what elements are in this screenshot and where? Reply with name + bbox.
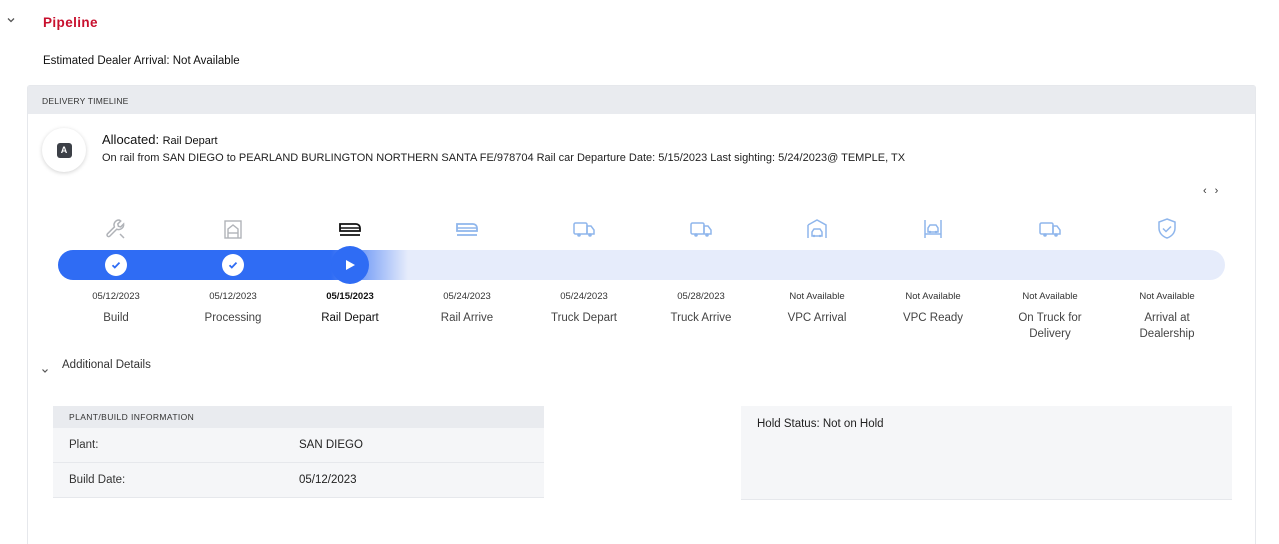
step-date: Not Available bbox=[905, 291, 961, 302]
delivery-timeline-header: DELIVERY TIMELINE bbox=[28, 86, 1255, 114]
status-badge: A bbox=[42, 128, 86, 172]
status-badge-letter: A bbox=[56, 142, 72, 158]
table-row-key: Build Date: bbox=[69, 474, 126, 486]
pipeline-title[interactable]: Pipeline bbox=[43, 15, 98, 30]
plant-build-header: PLANT/BUILD INFORMATION bbox=[53, 406, 544, 428]
status-description: On rail from SAN DIEGO to PEARLAND BURLI… bbox=[102, 152, 906, 164]
truck-icon bbox=[571, 216, 597, 242]
train-icon bbox=[454, 216, 480, 242]
pager-prev-button[interactable]: ‹ bbox=[1203, 185, 1207, 197]
delivery-timeline-card: DELIVERY TIMELINE A Allocated: Rail Depa… bbox=[27, 85, 1256, 544]
step-date: 05/24/2023 bbox=[560, 291, 608, 302]
hold-status-panel: Hold Status: Not on Hold bbox=[741, 406, 1232, 500]
step-label[interactable]: VPC Ready bbox=[878, 310, 988, 326]
hold-status: Hold Status: Not on Hold bbox=[757, 418, 884, 430]
step-date: 05/12/2023 bbox=[209, 291, 257, 302]
timeline-pager: ‹ › bbox=[1203, 185, 1218, 197]
step-label[interactable]: Rail Depart bbox=[295, 310, 405, 326]
car-lift-icon bbox=[920, 216, 946, 242]
step-date: 05/12/2023 bbox=[92, 291, 140, 302]
status-title: Allocated: Rail Depart bbox=[102, 132, 218, 147]
table-row-value: 05/12/2023 bbox=[299, 474, 357, 486]
step-complete-check-icon bbox=[222, 254, 244, 276]
step-label[interactable]: Truck Depart bbox=[529, 310, 639, 326]
truck-icon bbox=[1037, 216, 1063, 242]
step-current-play-icon bbox=[331, 246, 369, 284]
train-icon bbox=[337, 216, 363, 242]
step-label[interactable]: Truck Arrive bbox=[646, 310, 756, 326]
step-label[interactable]: Build bbox=[61, 310, 171, 326]
car-garage-icon bbox=[804, 216, 830, 242]
table-row: Build Date: 05/12/2023 bbox=[53, 463, 544, 498]
step-date: Not Available bbox=[1022, 291, 1078, 302]
pager-next-button[interactable]: › bbox=[1215, 185, 1219, 197]
step-date: Not Available bbox=[789, 291, 845, 302]
factory-icon bbox=[220, 216, 246, 242]
status-state: Allocated: bbox=[102, 132, 160, 147]
table-row: Plant: SAN DIEGO bbox=[53, 428, 544, 463]
additional-details-chevron-icon[interactable] bbox=[41, 362, 49, 373]
step-date: 05/24/2023 bbox=[443, 291, 491, 302]
wrench-icon bbox=[103, 216, 129, 242]
truck-icon bbox=[688, 216, 714, 242]
pipeline-collapse-chevron-icon[interactable] bbox=[6, 15, 16, 25]
step-label[interactable]: VPC Arrival bbox=[762, 310, 872, 326]
table-row-value: SAN DIEGO bbox=[299, 439, 363, 451]
table-row-key: Plant: bbox=[69, 439, 99, 451]
step-label[interactable]: Rail Arrive bbox=[412, 310, 522, 326]
step-date: 05/15/2023 bbox=[326, 291, 374, 302]
shield-check-icon bbox=[1154, 216, 1180, 242]
step-date: Not Available bbox=[1139, 291, 1195, 302]
additional-details-title[interactable]: Additional Details bbox=[62, 359, 151, 371]
step-label[interactable]: On Truck for Delivery bbox=[1010, 310, 1090, 342]
step-date: 05/28/2023 bbox=[677, 291, 725, 302]
estimated-dealer-arrival: Estimated Dealer Arrival: Not Available bbox=[43, 55, 240, 67]
status-step: Rail Depart bbox=[162, 135, 218, 147]
step-label[interactable]: Arrival at Dealership bbox=[1127, 310, 1207, 342]
step-label[interactable]: Processing bbox=[178, 310, 288, 326]
step-complete-check-icon bbox=[105, 254, 127, 276]
plant-build-table: PLANT/BUILD INFORMATION Plant: SAN DIEGO… bbox=[53, 406, 544, 498]
